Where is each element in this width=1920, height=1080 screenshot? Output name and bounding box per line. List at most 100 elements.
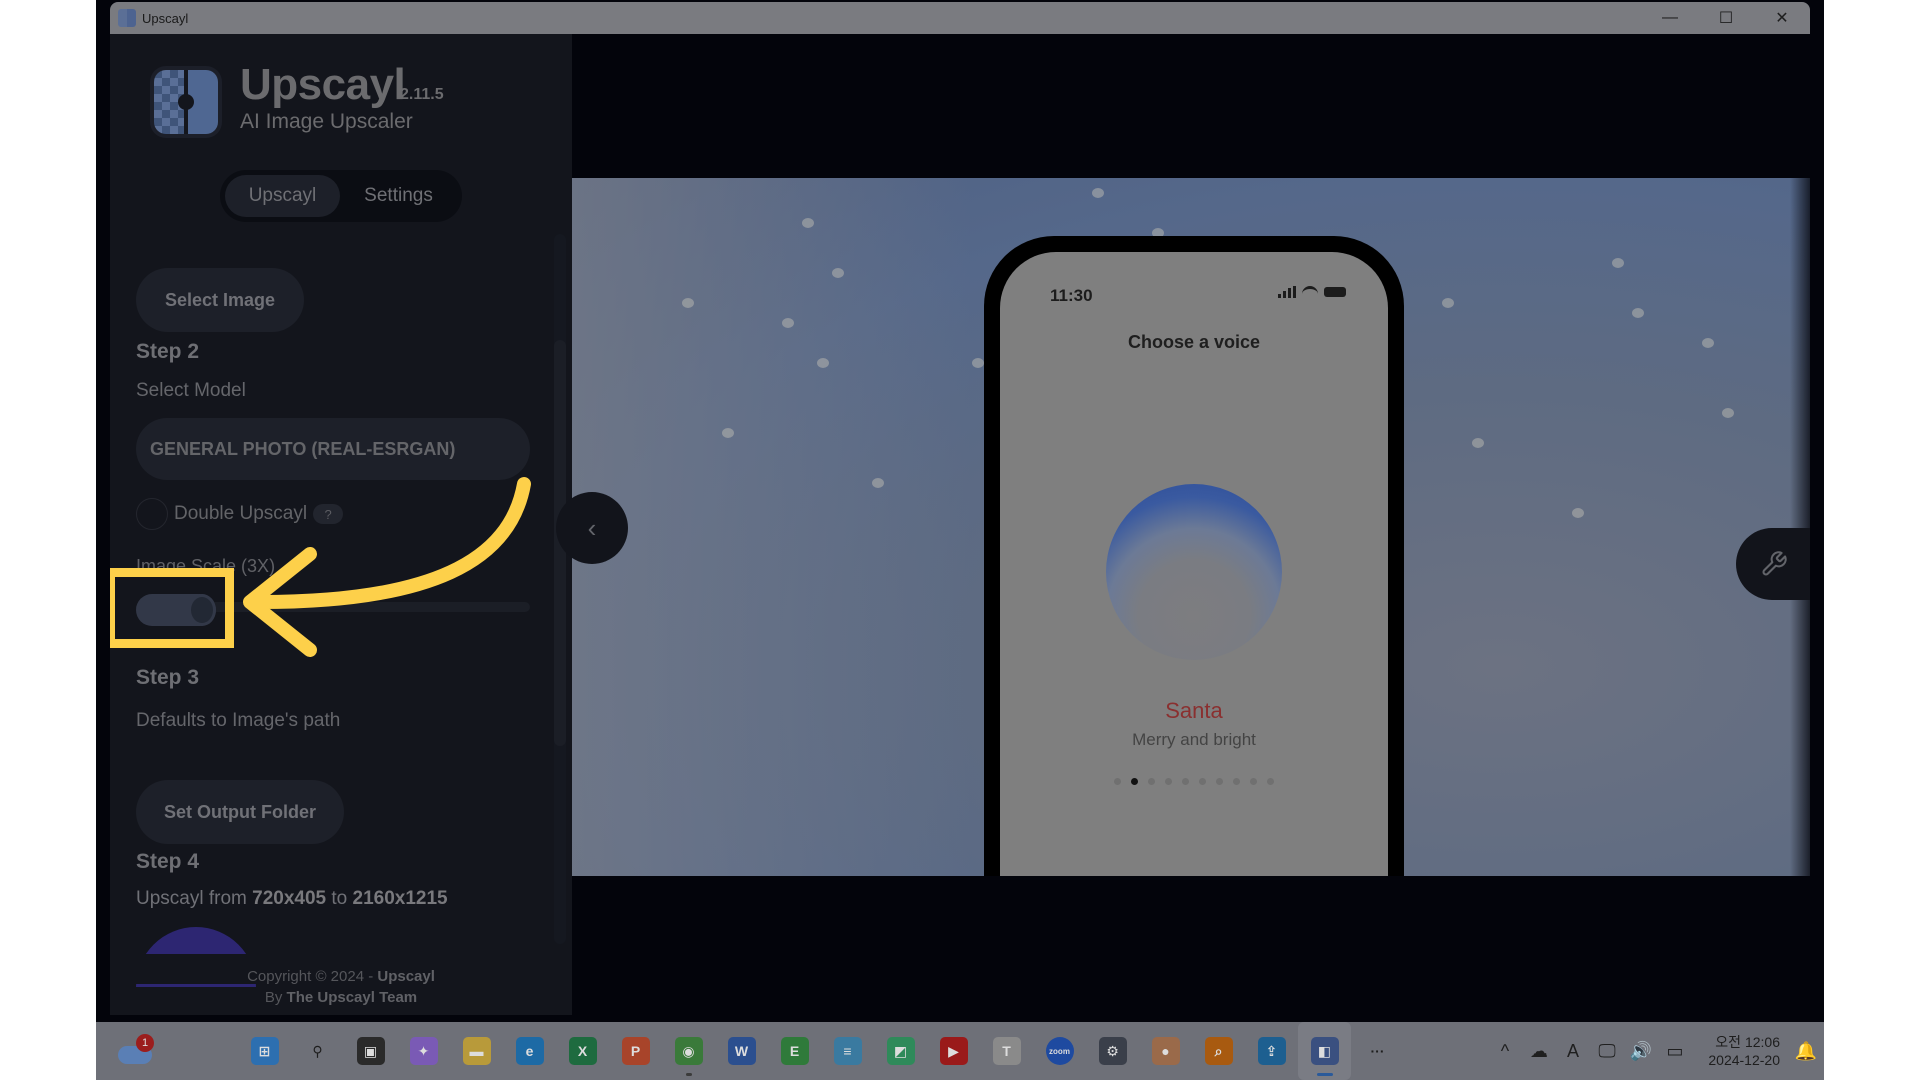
set-output-folder-button[interactable]: Set Output Folder [136, 780, 344, 844]
taskbar-app-excel[interactable]: X [556, 1022, 609, 1080]
taskbar-app-edge[interactable]: e [503, 1022, 556, 1080]
taskbar-app-word[interactable]: W [715, 1022, 768, 1080]
preview-area: 11:30 Choose a voice Santa Merry and bri… [556, 34, 1810, 1015]
dims-prefix: Upscayl from [136, 888, 253, 909]
onedrive-error-icon[interactable]: ☁ [1522, 1041, 1556, 1062]
taskbar-app-zoom[interactable]: zoom [1033, 1022, 1086, 1080]
maximize-button[interactable]: ☐ [1698, 2, 1754, 34]
snowflake [872, 478, 884, 488]
notification-badge: 1 [136, 1034, 154, 1052]
snowflake [1472, 438, 1484, 448]
tab-upscayl[interactable]: Upscayl [225, 175, 340, 217]
taskbar-app-evernote[interactable]: E [768, 1022, 821, 1080]
zoom-icon: zoom [1045, 1037, 1074, 1065]
wrench-icon [1762, 551, 1787, 576]
select-image-button[interactable]: Select Image [136, 268, 304, 332]
taskbar-app-file-explorer[interactable]: ▬ [450, 1022, 503, 1080]
snowflake [802, 218, 814, 228]
select-model-label: Select Model [136, 380, 246, 401]
snowflake [1092, 188, 1104, 198]
preview-image: 11:30 Choose a voice Santa Merry and bri… [572, 178, 1810, 876]
taskbar-app-typora[interactable]: T [980, 1022, 1033, 1080]
taskbar-app-youtube-music[interactable]: ▶ [927, 1022, 980, 1080]
brand-tagline: AI Image Upscaler [240, 110, 413, 133]
battery-tray-icon[interactable]: ▭ [1658, 1041, 1692, 1062]
page-indicator [1000, 778, 1388, 785]
page-dot [1250, 778, 1257, 785]
help-icon[interactable]: ? [313, 504, 344, 524]
minimize-icon: — [1662, 9, 1678, 26]
clock-ampm: 오전 [1715, 1034, 1742, 1050]
upscale-dimensions: Upscayl from 720x405 to 2160x1215 [136, 888, 448, 910]
excel-icon: X [568, 1037, 597, 1065]
page-dot [1131, 778, 1138, 785]
page-dot [1233, 778, 1240, 785]
step3-heading: Step 3 [136, 666, 200, 689]
snowflake [782, 318, 794, 328]
upscayl-logo [150, 66, 222, 138]
taskbar-app-powerpoint[interactable]: P [609, 1022, 662, 1080]
taskbar-app-copilot[interactable]: ✦ [397, 1022, 450, 1080]
network-icon[interactable]: 🖵 [1590, 1041, 1624, 1062]
dims-mid: to [326, 888, 353, 909]
search-tool-icon: ⌕ [1204, 1037, 1233, 1065]
taskbar-app-notepad[interactable]: ≡ [821, 1022, 874, 1080]
weather-widget[interactable]: 1 [118, 1034, 158, 1068]
page-dot [1182, 778, 1189, 785]
snowflake [682, 298, 694, 308]
phone-time: 11:30 [1050, 286, 1093, 305]
double-upscayl-row: Double Upscayl ? [136, 498, 344, 530]
tray-overflow-chevron-icon[interactable]: ^ [1488, 1041, 1522, 1062]
running-indicator [685, 1073, 692, 1076]
search-icon: ⚲ [312, 1042, 323, 1059]
taskbar-app-upscayl[interactable]: ◧ [1298, 1022, 1351, 1080]
double-upscayl-checkbox[interactable] [136, 498, 168, 530]
voice-name: Santa [1165, 698, 1223, 723]
volume-icon[interactable]: 🔊 [1624, 1041, 1658, 1062]
settings-icon: ⚙ [1098, 1037, 1127, 1065]
notification-bell-icon[interactable]: 🔔 [1788, 1041, 1824, 1062]
taskbar-app-search[interactable]: ⚲ [291, 1022, 344, 1080]
clock[interactable]: 오전 12:06 2024-12-20 [1692, 1033, 1780, 1069]
model-select[interactable]: GENERAL PHOTO (REAL-ESRGAN) [136, 418, 530, 480]
snowflake [1632, 308, 1644, 318]
tools-button[interactable] [1736, 528, 1810, 600]
title-bar[interactable]: Upscayl — ☐ ✕ [110, 2, 1810, 34]
team-link[interactable]: The Upscayl Team [287, 989, 418, 1006]
more-icon: ··· [1370, 1043, 1385, 1059]
task-view-icon: ▣ [356, 1037, 385, 1065]
chevron-left-icon: ‹ [587, 512, 597, 543]
app-window: Upscayl — ☐ ✕ Upscayl 2.11.5 AI Image Up… [110, 2, 1810, 1015]
tab-settings[interactable]: Settings [340, 175, 457, 217]
taskbar-app-upload-tool[interactable]: ⇪ [1245, 1022, 1298, 1080]
taskbar-app-settings[interactable]: ⚙ [1086, 1022, 1139, 1080]
copyright-brand[interactable]: Upscayl [377, 968, 435, 985]
snowflake [1702, 338, 1714, 348]
ime-indicator[interactable]: A [1556, 1041, 1590, 1062]
taskbar-app-more[interactable]: ··· [1351, 1022, 1404, 1080]
powerpoint-icon: P [621, 1037, 650, 1065]
snowflake [722, 428, 734, 438]
copilot-icon: ✦ [409, 1037, 438, 1065]
taskbar-app-notepad-green[interactable]: ◩ [874, 1022, 927, 1080]
collapse-sidebar-button[interactable]: ‹ [556, 492, 628, 564]
by-text: By [264, 989, 287, 1006]
snowflake [1442, 298, 1454, 308]
snowflake [832, 268, 844, 278]
taskbar-app-chrome[interactable]: ◉ [662, 1022, 715, 1080]
paint-icon: ● [1151, 1037, 1180, 1065]
phone-status-icons [1278, 286, 1346, 298]
minimize-button[interactable]: — [1642, 2, 1698, 34]
clock-date: 2024-12-20 [1708, 1052, 1780, 1068]
taskbar-app-paint[interactable]: ● [1139, 1022, 1192, 1080]
step4-heading: Step 4 [136, 850, 200, 873]
taskbar-app-task-view[interactable]: ▣ [344, 1022, 397, 1080]
page-dot [1148, 778, 1155, 785]
footer: Copyright © 2024 - Upscayl By The Upscay… [110, 966, 572, 1008]
taskbar-app-search-tool[interactable]: ⌕ [1192, 1022, 1245, 1080]
upscayl-icon: ◧ [1310, 1037, 1339, 1065]
taskbar-app-start[interactable]: ⊞ [238, 1022, 291, 1080]
chrome-icon: ◉ [674, 1037, 703, 1065]
close-button[interactable]: ✕ [1754, 2, 1810, 34]
maximize-icon: ☐ [1718, 10, 1734, 27]
